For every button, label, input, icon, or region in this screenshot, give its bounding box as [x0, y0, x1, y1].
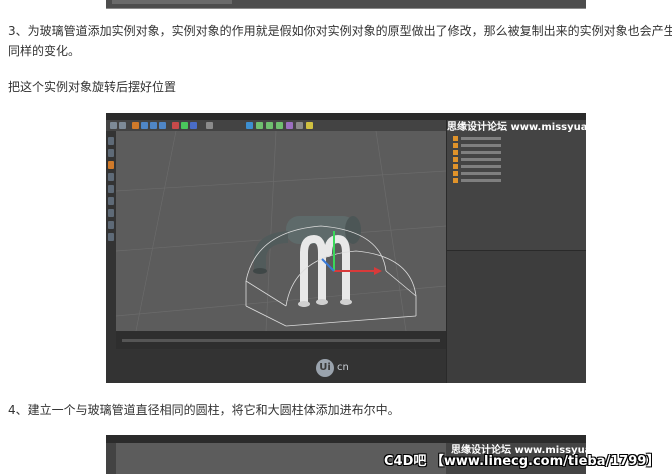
- left-tool-icon: [108, 149, 114, 157]
- cloner-icon: [276, 122, 283, 129]
- left-tool-icon: [108, 221, 114, 229]
- object-icon: [453, 143, 458, 148]
- object-name: [461, 137, 501, 140]
- left-tool-icon: [108, 137, 114, 145]
- object-icon: [453, 178, 458, 183]
- object-name: [461, 151, 501, 154]
- forum-watermark: C4D吧 【www.linecg.com/tieba/1799】: [384, 454, 660, 469]
- deformer-icon: [286, 122, 293, 129]
- object-name: [461, 179, 501, 182]
- left-tool-icon: [108, 173, 114, 181]
- render-icon: [206, 122, 213, 129]
- object-row[interactable]: [453, 157, 581, 162]
- left-tool-icon: [108, 209, 114, 217]
- image-caption: 把这个实例对象旋转后摆好位置: [8, 80, 177, 94]
- attribute-manager: [447, 250, 586, 383]
- object-icon: [453, 171, 458, 176]
- camera-icon: [296, 122, 303, 129]
- live-select-icon: [132, 122, 139, 129]
- object-row[interactable]: [453, 171, 581, 176]
- left-tool-icon: [108, 161, 114, 169]
- left-toolbar: [106, 131, 116, 351]
- scale-icon: [150, 122, 157, 129]
- timeline-track: [122, 339, 440, 342]
- object-row[interactable]: [453, 143, 581, 148]
- left-tool-icon: [108, 185, 114, 193]
- cube-icon: [246, 122, 253, 129]
- object-name: [461, 158, 501, 161]
- undo-icon: [110, 122, 117, 129]
- nurbs-icon: [266, 122, 273, 129]
- object-name: [461, 144, 501, 147]
- redo-icon: [119, 122, 126, 129]
- left-tool-icon: [108, 197, 114, 205]
- 3d-viewport: [115, 130, 447, 332]
- object-icon: [453, 150, 458, 155]
- object-icon: [453, 136, 458, 141]
- step3-text-line2: 同样的变化。: [8, 44, 81, 58]
- axis-y-icon: [181, 122, 188, 129]
- object-manager: [446, 120, 586, 383]
- previous-screenshot-detail: [112, 0, 232, 4]
- rotate-icon: [159, 122, 166, 129]
- object-row[interactable]: [453, 150, 581, 155]
- uicn-logo-text: cn: [337, 362, 349, 373]
- animation-timeline[interactable]: [116, 331, 446, 349]
- material-coordinates-panel: [106, 349, 446, 383]
- object-icon: [453, 157, 458, 162]
- toolbar: [106, 120, 446, 131]
- axis-z-icon: [190, 122, 197, 129]
- left-tool-icon: [108, 233, 114, 241]
- viewport-scene: [115, 130, 447, 332]
- step3-text-line1: 3、为玻璃管道添加实例对象，实例对象的作用就是假如你对实例对象的原型做出了修改，…: [8, 24, 672, 38]
- previous-screenshot-edge: [106, 0, 586, 9]
- uicn-logo-icon: Ui: [316, 359, 334, 377]
- step4-text: 4、建立一个与玻璃管道直径相同的圆柱，将它和大圆柱体添加进布尔中。: [8, 403, 400, 417]
- glass-pipes: [298, 234, 352, 307]
- object-row[interactable]: [453, 164, 581, 169]
- object-name: [461, 172, 501, 175]
- site-watermark: 思缘设计论坛 www.missyuan.com: [447, 122, 586, 133]
- object-row[interactable]: [453, 178, 581, 183]
- object-icon: [453, 164, 458, 169]
- object-name: [461, 165, 501, 168]
- axis-x-icon: [172, 122, 179, 129]
- spline-icon: [256, 122, 263, 129]
- c4d-screenshot: 思缘设计论坛 www.missyuan.com Ui cn: [106, 113, 586, 383]
- move-icon: [141, 122, 148, 129]
- object-row[interactable]: [453, 136, 581, 141]
- light-icon: [306, 122, 313, 129]
